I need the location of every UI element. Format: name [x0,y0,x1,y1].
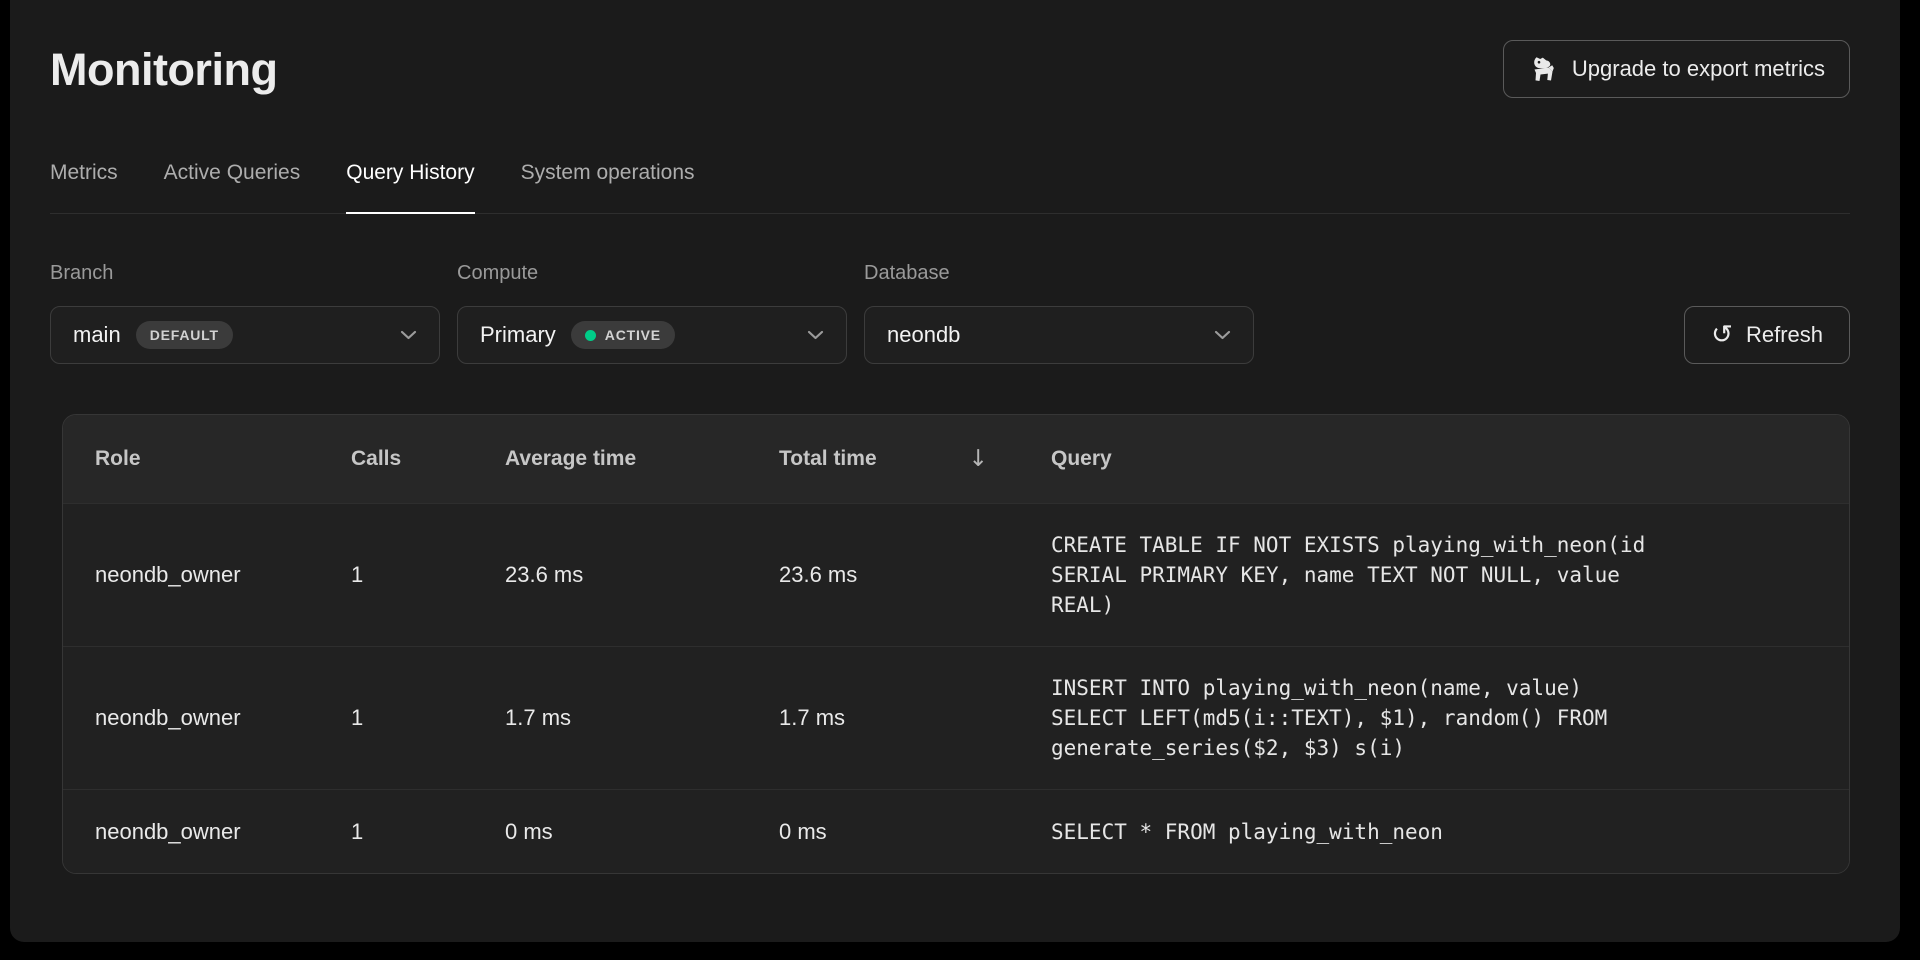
total-time-cell: 0 ms [779,819,1051,845]
branch-value: main [73,322,121,348]
upgrade-to-export-metrics-button[interactable]: Upgrade to export metrics [1503,40,1850,98]
total-time-label: Total time [779,447,877,471]
calls-cell: 1 [351,562,505,588]
monitoring-page: Monitoring Upgrade to export metrics Met… [10,0,1900,942]
upgrade-button-label: Upgrade to export metrics [1572,56,1825,82]
column-header-role[interactable]: Role [95,447,351,471]
active-badge-label: ACTIVE [605,327,661,343]
table-body: neondb_owner 1 23.6 ms 23.6 ms CREATE TA… [63,503,1849,873]
filters-row: Branch main DEFAULT Compute Primary ACTI… [50,262,1850,364]
role-cell: neondb_owner [95,819,351,845]
active-status-badge: ACTIVE [571,321,675,349]
column-header-query[interactable]: Query [1051,447,1849,471]
query-cell: CREATE TABLE IF NOT EXISTS playing_with_… [1051,504,1663,646]
default-badge-label: DEFAULT [150,327,219,343]
branch-label: Branch [50,262,440,285]
tab-metrics[interactable]: Metrics [50,160,118,213]
database-select[interactable]: neondb [864,306,1254,364]
total-time-cell: 1.7 ms [779,705,1051,731]
database-value: neondb [887,322,960,348]
table-header-row: Role Calls Average time Total time ↓ Que… [63,415,1849,503]
default-badge: DEFAULT [136,321,233,349]
table-row: neondb_owner 1 1.7 ms 1.7 ms INSERT INTO… [63,646,1849,789]
compute-value: Primary [480,322,556,348]
total-time-cell: 23.6 ms [779,562,1051,588]
chevron-down-icon [807,330,824,340]
tab-active-queries[interactable]: Active Queries [164,160,301,213]
branch-filter: Branch main DEFAULT [50,262,440,364]
column-header-average-time[interactable]: Average time [505,447,779,471]
column-header-calls[interactable]: Calls [351,447,505,471]
tab-bar: Metrics Active Queries Query History Sys… [50,160,1850,214]
datadog-dog-icon [1528,55,1558,83]
sort-arrow-down-icon[interactable]: ↓ [969,446,988,472]
query-history-table: Role Calls Average time Total time ↓ Que… [62,414,1850,874]
compute-filter: Compute Primary ACTIVE [457,262,847,364]
tab-system-operations[interactable]: System operations [521,160,695,213]
table-row: neondb_owner 1 0 ms 0 ms SELECT * FROM p… [63,789,1849,873]
branch-select[interactable]: main DEFAULT [50,306,440,364]
calls-cell: 1 [351,705,505,731]
page-header: Monitoring Upgrade to export metrics [50,0,1850,102]
column-header-total-time[interactable]: Total time ↓ [779,446,1051,472]
query-cell: SELECT * FROM playing_with_neon [1051,791,1663,873]
compute-label: Compute [457,262,847,285]
chevron-down-icon [1214,330,1231,340]
refresh-button[interactable]: ↺ Refresh [1684,306,1850,364]
role-cell: neondb_owner [95,705,351,731]
database-filter: Database neondb [864,262,1254,364]
average-time-cell: 23.6 ms [505,562,779,588]
page-title: Monitoring [50,38,277,102]
refresh-icon: ↺ [1711,322,1733,348]
average-time-cell: 0 ms [505,819,779,845]
query-cell: INSERT INTO playing_with_neon(name, valu… [1051,647,1663,789]
calls-cell: 1 [351,819,505,845]
refresh-button-label: Refresh [1746,322,1823,348]
green-dot-icon [585,330,596,341]
average-time-cell: 1.7 ms [505,705,779,731]
compute-select[interactable]: Primary ACTIVE [457,306,847,364]
role-cell: neondb_owner [95,562,351,588]
chevron-down-icon [400,330,417,340]
database-label: Database [864,262,1254,285]
tab-query-history[interactable]: Query History [346,160,474,213]
table-row: neondb_owner 1 23.6 ms 23.6 ms CREATE TA… [63,503,1849,646]
